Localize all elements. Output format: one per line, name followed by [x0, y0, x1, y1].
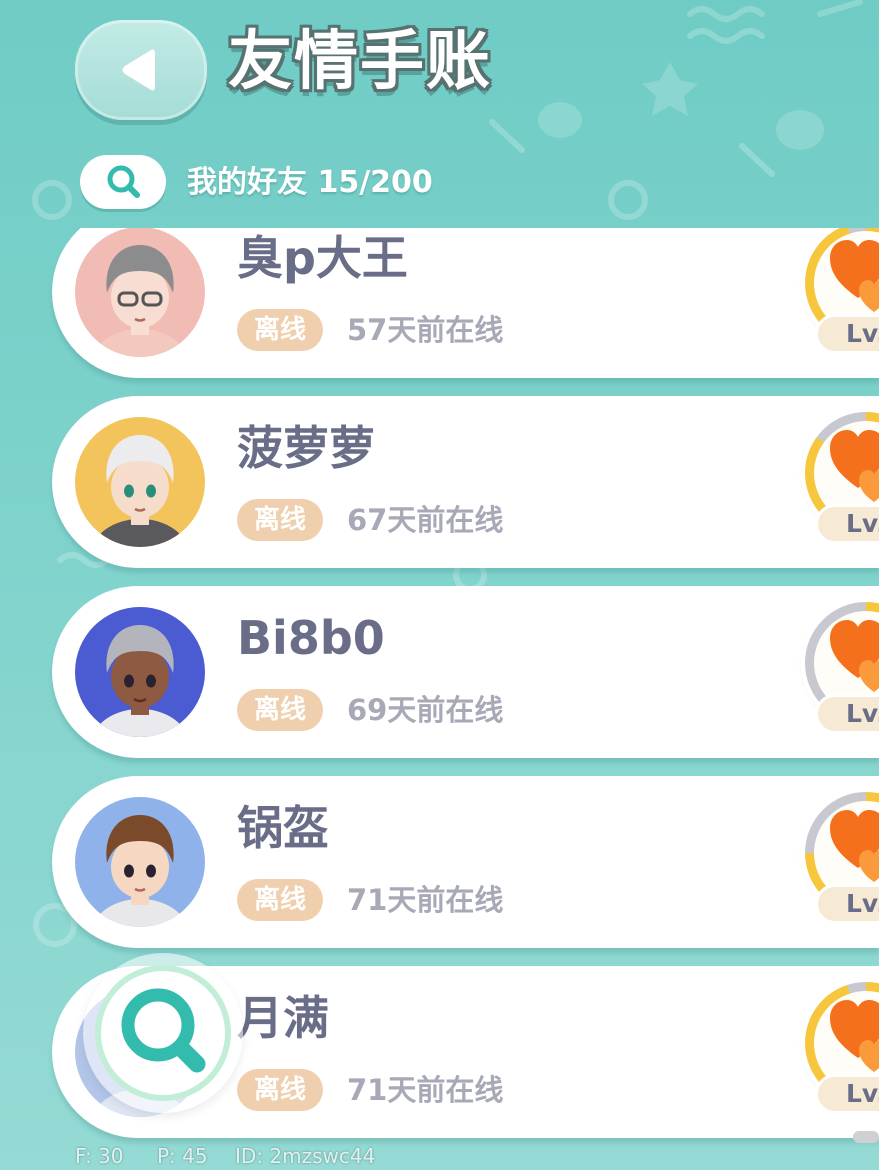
level-label: Lv.4 [815, 694, 879, 734]
level-label: Lv. [815, 1074, 879, 1114]
debug-id: ID: 2mzswc44 [235, 1144, 376, 1168]
heart-icon [830, 430, 879, 502]
heart-icon [830, 810, 879, 882]
search-icon [121, 988, 206, 1073]
level-label: Lv.2 [815, 884, 879, 924]
friend-card[interactable]: Bi8b0 离线 69天前在线 Lv.4 [52, 586, 879, 758]
friend-name: 臭p大王 [237, 231, 408, 285]
floating-search-disc [95, 965, 231, 1101]
friend-card[interactable]: 臭p大王 离线 57天前在线 Lv.3 [52, 228, 879, 378]
avatar[interactable] [75, 228, 205, 357]
last-online-text: 57天前在线 [347, 313, 504, 347]
page-title: 友情手账 [228, 25, 492, 99]
heart-icon [830, 240, 879, 312]
friend-name: 月满 [237, 991, 329, 1045]
status-badge: 离线 [237, 689, 323, 731]
friend-name: 菠萝萝 [237, 421, 375, 475]
level-label: Lv. [815, 504, 879, 544]
level-label: Lv.3 [815, 314, 879, 354]
status-badge: 离线 [237, 879, 323, 921]
last-online-text: 71天前在线 [347, 883, 504, 917]
friends-count-label: 我的好友 15/200 [187, 165, 433, 200]
avatar[interactable] [75, 797, 205, 927]
avatar[interactable] [75, 417, 205, 547]
friend-name: 锅盔 [237, 801, 329, 855]
scrollbar-thumb[interactable] [853, 1131, 879, 1143]
status-badge: 离线 [237, 499, 323, 541]
last-online-text: 71天前在线 [347, 1073, 504, 1107]
heart-icon [830, 1000, 879, 1072]
debug-fps: F: 30 [75, 1144, 124, 1168]
status-badge: 离线 [237, 309, 323, 351]
debug-ping: P: 45 [157, 1144, 208, 1168]
back-button[interactable] [75, 20, 207, 120]
friend-card[interactable]: 锅盔 离线 71天前在线 Lv.2 [52, 776, 879, 948]
friend-name: Bi8b0 [237, 611, 385, 665]
avatar-figure [92, 435, 188, 547]
friend-search-button[interactable] [80, 155, 166, 209]
floating-search-button[interactable] [83, 953, 243, 1113]
avatar-figure [92, 245, 188, 357]
last-online-text: 67天前在线 [347, 503, 504, 537]
friend-card[interactable]: 菠萝萝 离线 67天前在线 Lv. [52, 396, 879, 568]
heart-icon [830, 620, 879, 692]
search-icon [107, 165, 140, 198]
avatar[interactable] [75, 607, 205, 737]
last-online-text: 69天前在线 [347, 693, 504, 727]
avatar-figure [92, 815, 188, 927]
status-badge: 离线 [237, 1069, 323, 1111]
chevron-left-icon [122, 49, 155, 91]
avatar-figure [92, 625, 188, 737]
